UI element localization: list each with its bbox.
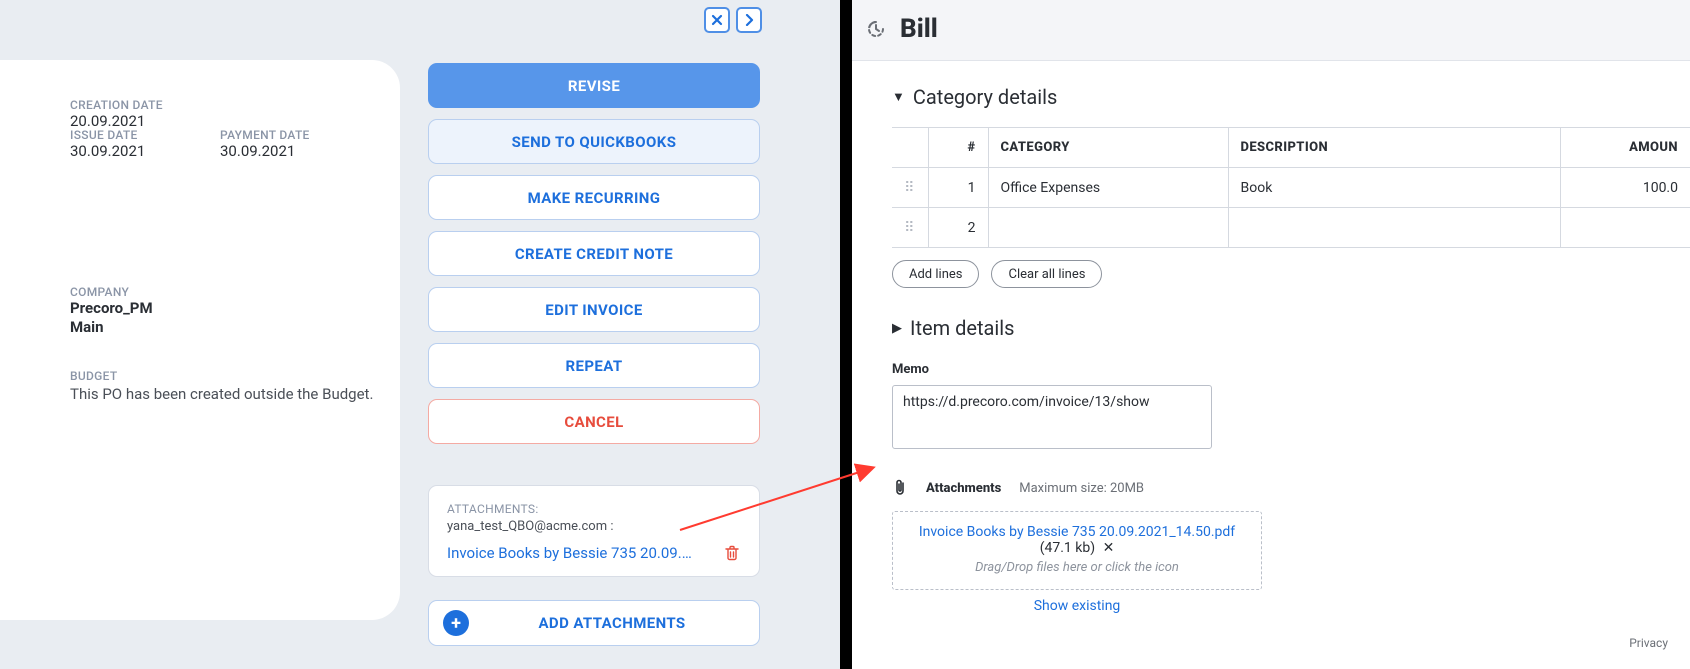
revise-button[interactable]: REVISE (428, 63, 760, 108)
attachments-max-size: Maximum size: 20MB (1019, 481, 1144, 496)
cell-amount[interactable]: 100.0 (1560, 168, 1690, 208)
privacy-link[interactable]: Privacy (1629, 636, 1668, 650)
add-lines-button[interactable]: Add lines (892, 260, 979, 288)
cancel-button[interactable]: CANCEL (428, 399, 760, 444)
invoice-card: CREATION DATE 20.09.2021 ISSUE DATE 30.0… (0, 60, 400, 620)
drag-handle-icon[interactable]: ⠿ (904, 220, 915, 236)
cell-number: 2 (928, 208, 988, 248)
issue-date-label: ISSUE DATE (70, 128, 180, 142)
memo-input[interactable] (892, 385, 1212, 449)
chevron-down-icon: ▼ (892, 89, 905, 105)
budget-label: BUDGET (70, 369, 400, 383)
attached-file-link[interactable]: Invoice Books by Bessie 735 20.09.2021_1… (919, 524, 1235, 540)
table-row[interactable]: ⠿ 1 Office Expenses Book 100.0 (892, 168, 1690, 208)
plus-icon: + (443, 610, 469, 636)
close-icon (711, 14, 723, 26)
payment-date-value: 30.09.2021 (220, 142, 330, 160)
next-button[interactable] (736, 7, 762, 33)
payment-date-label: PAYMENT DATE (220, 128, 330, 142)
category-details-toggle[interactable]: ▼ Category details (892, 85, 1690, 109)
cell-description[interactable] (1228, 208, 1560, 248)
col-description: DESCRIPTION (1228, 128, 1560, 168)
attachments-drop-zone[interactable]: Invoice Books by Bessie 735 20.09.2021_1… (892, 511, 1262, 590)
attachments-user: yana_test_QBO@acme.com : (447, 519, 741, 534)
attachments-label: Attachments (926, 481, 1001, 496)
repeat-button[interactable]: REPEAT (428, 343, 760, 388)
remove-attached-file-button[interactable]: ✕ (1103, 540, 1115, 556)
attachments-box: ATTACHMENTS: yana_test_QBO@acme.com : In… (428, 485, 760, 577)
add-attachments-button[interactable]: + ADD ATTACHMENTS (428, 600, 760, 646)
make-recurring-button[interactable]: MAKE RECURRING (428, 175, 760, 220)
item-details-label: Item details (910, 316, 1014, 340)
table-row[interactable]: ⠿ 2 (892, 208, 1690, 248)
cell-number: 1 (928, 168, 988, 208)
attachments-title: ATTACHMENTS: (447, 502, 741, 516)
creation-date-label: CREATION DATE (70, 98, 400, 112)
company-name-line1: Precoro_PM (70, 299, 400, 318)
close-button[interactable] (704, 7, 730, 33)
col-number: # (928, 128, 988, 168)
history-icon[interactable] (864, 17, 888, 41)
drag-handle-icon[interactable]: ⠿ (904, 180, 915, 196)
panel-divider (840, 0, 852, 669)
clear-lines-button[interactable]: Clear all lines (991, 260, 1102, 288)
col-amount: AMOUN (1560, 128, 1690, 168)
item-details-toggle[interactable]: ▶ Item details (892, 316, 1690, 340)
attachment-file-link[interactable]: Invoice Books by Bessie 735 20.09.202... (447, 544, 697, 562)
cell-description[interactable]: Book (1228, 168, 1560, 208)
action-column: REVISE SEND TO QUICKBOOKS MAKE RECURRING… (428, 63, 760, 646)
precoro-panel: CREATION DATE 20.09.2021 ISSUE DATE 30.0… (0, 0, 840, 669)
show-existing-link[interactable]: Show existing (892, 598, 1262, 614)
paperclip-icon (892, 479, 908, 497)
budget-text: This PO has been created outside the Bud… (70, 385, 400, 403)
page-title: Bill (900, 14, 938, 44)
cell-category[interactable]: Office Expenses (988, 168, 1228, 208)
cell-category[interactable] (988, 208, 1228, 248)
chevron-right-icon (744, 14, 754, 26)
delete-attachment-button[interactable] (723, 544, 741, 562)
edit-invoice-button[interactable]: EDIT INVOICE (428, 287, 760, 332)
category-details-label: Category details (913, 85, 1057, 109)
trash-icon (723, 544, 741, 562)
company-label: COMPANY (70, 285, 400, 299)
issue-date-value: 30.09.2021 (70, 142, 180, 160)
attached-file-size: (47.1 kb) (1040, 540, 1099, 556)
drop-zone-hint: Drag/Drop files here or click the icon (907, 560, 1247, 575)
add-attachments-label: ADD ATTACHMENTS (479, 614, 745, 632)
category-table: # CATEGORY DESCRIPTION AMOUN ⠿ 1 Office … (892, 127, 1690, 248)
cell-amount[interactable] (1560, 208, 1690, 248)
col-category: CATEGORY (988, 128, 1228, 168)
company-name-line2: Main (70, 318, 400, 337)
create-credit-note-button[interactable]: CREATE CREDIT NOTE (428, 231, 760, 276)
chevron-right-icon: ▶ (892, 321, 902, 336)
memo-label: Memo (892, 362, 1690, 377)
quickbooks-panel: Bill ▼ Category details # CATEGORY DESCR… (852, 0, 1690, 669)
send-to-quickbooks-button[interactable]: SEND TO QUICKBOOKS (428, 119, 760, 164)
